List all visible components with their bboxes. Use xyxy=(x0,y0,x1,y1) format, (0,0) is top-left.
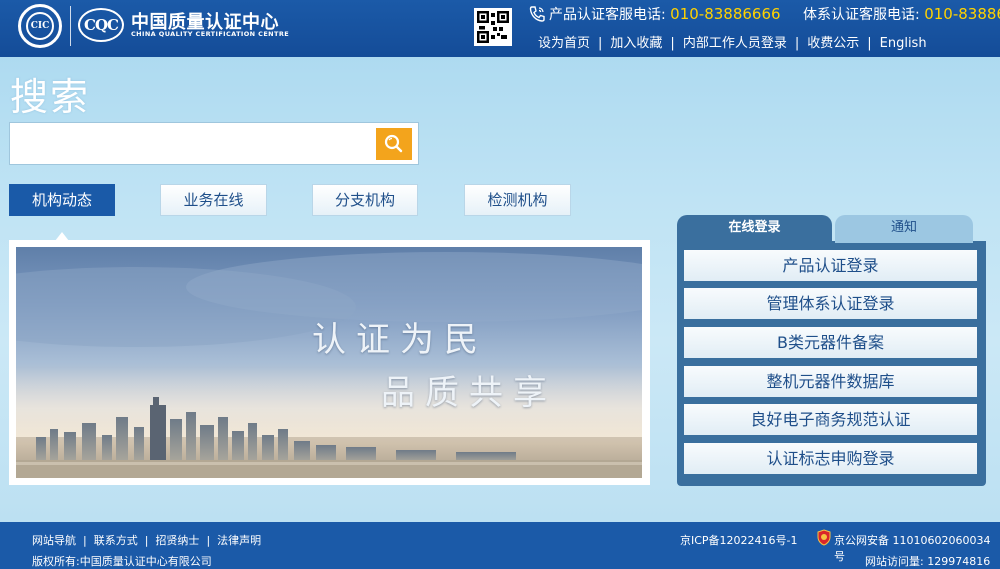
link-separator: | xyxy=(598,36,603,51)
footer-link-legal[interactable]: 法律声明 xyxy=(217,534,261,547)
footer-link-sitemap[interactable]: 网站导航 xyxy=(32,534,76,547)
copyright-text: 版权所有:中国质量认证中心有限公司 xyxy=(32,555,212,568)
top-links: 设为首页 | 加入收藏 | 内部工作人员登录 | 收费公示 | English xyxy=(538,32,927,51)
login-b-class-component-filing[interactable]: B类元器件备案 xyxy=(684,327,977,358)
tab-notices[interactable]: 通知 xyxy=(835,215,973,243)
link-separator: | xyxy=(867,36,872,51)
footer-separator: | xyxy=(206,534,211,547)
phone-icon xyxy=(529,6,545,22)
tab-business-online[interactable]: 业务在线 xyxy=(160,184,267,216)
hotline-system-number: 010-83886608 xyxy=(924,5,1000,23)
hotline-row: 产品认证客服电话: 010-83886666 体系认证客服电话: 010-838… xyxy=(549,4,1000,24)
cic-logo-text: CIC xyxy=(26,12,54,40)
city-skyline-image xyxy=(16,252,642,478)
logo-divider xyxy=(70,6,71,46)
link-add-favorite[interactable]: 加入收藏 xyxy=(610,36,662,51)
footer-separator: | xyxy=(83,534,87,547)
tab-testing-institutions[interactable]: 检测机构 xyxy=(464,184,571,216)
login-panel-body: 产品认证登录 管理体系认证登录 B类元器件备案 整机元器件数据库 良好电子商务规… xyxy=(677,241,986,486)
search-input[interactable] xyxy=(14,127,372,160)
visit-counter: 网站访问量: 129974816 xyxy=(865,555,991,568)
search-title: 搜索 xyxy=(10,75,91,119)
icp-license[interactable]: 京ICP备12022416号-1 xyxy=(680,532,798,548)
link-set-homepage[interactable]: 设为首页 xyxy=(538,36,590,51)
site-footer: 网站导航 | 联系方式 | 招贤纳士 | 法律声明 版权所有:中国质量认证中心有限公司 京I… xyxy=(0,522,1000,569)
link-separator: | xyxy=(670,36,675,51)
footer-link-careers[interactable]: 招贤纳士 xyxy=(155,534,199,547)
tab-online-login[interactable]: 在线登录 xyxy=(677,215,832,243)
search-button[interactable] xyxy=(376,128,412,160)
link-english[interactable]: English xyxy=(880,36,927,51)
org-name-en: CHINA QUALITY CERTIFICATION CENTRE xyxy=(131,30,290,38)
login-product-certification[interactable]: 产品认证登录 xyxy=(684,250,977,281)
banner-slogan-line1: 认证为民 xyxy=(312,320,488,360)
hotline-product-number: 010-83886666 xyxy=(670,5,781,23)
tab-branches[interactable]: 分支机构 xyxy=(312,184,418,216)
banner-slogan-line2: 品质共享 xyxy=(381,373,557,413)
login-mark-purchase[interactable]: 认证标志申购登录 xyxy=(684,443,977,474)
banner-image[interactable]: 认证为民 品质共享 xyxy=(16,247,642,478)
banner-frame: 认证为民 品质共享 xyxy=(9,240,650,485)
link-fee-notice[interactable]: 收费公示 xyxy=(807,36,859,51)
police-badge-icon xyxy=(817,529,831,546)
tab-news[interactable]: 机构动态 xyxy=(9,184,115,216)
cic-logo[interactable]: CIC xyxy=(18,4,62,48)
hotline-system-label: 体系认证客服电话: xyxy=(803,7,920,23)
footer-links: 网站导航 | 联系方式 | 招贤纳士 | 法律声明 xyxy=(32,532,261,548)
footer-separator: | xyxy=(144,534,149,547)
qr-code-icon[interactable] xyxy=(474,8,512,46)
site-header: CIC CQC 中国质量认证中心 CHINA QUALITY CERTIFICA… xyxy=(0,0,1000,57)
login-component-database[interactable]: 整机元器件数据库 xyxy=(684,366,977,397)
cqc-logo[interactable]: CQC xyxy=(78,8,124,42)
search-icon xyxy=(384,134,403,153)
hotline-product-label: 产品认证客服电话: xyxy=(549,7,666,23)
login-panel: 产品认证登录 管理体系认证登录 B类元器件备案 整机元器件数据库 良好电子商务规… xyxy=(677,215,986,486)
search-box xyxy=(9,122,419,165)
login-management-system[interactable]: 管理体系认证登录 xyxy=(684,288,977,319)
footer-link-contact[interactable]: 联系方式 xyxy=(94,534,138,547)
link-separator: | xyxy=(794,36,800,51)
login-ecommerce-certification[interactable]: 良好电子商务规范认证 xyxy=(684,404,977,435)
link-staff-login[interactable]: 内部工作人员登录 xyxy=(683,36,787,51)
